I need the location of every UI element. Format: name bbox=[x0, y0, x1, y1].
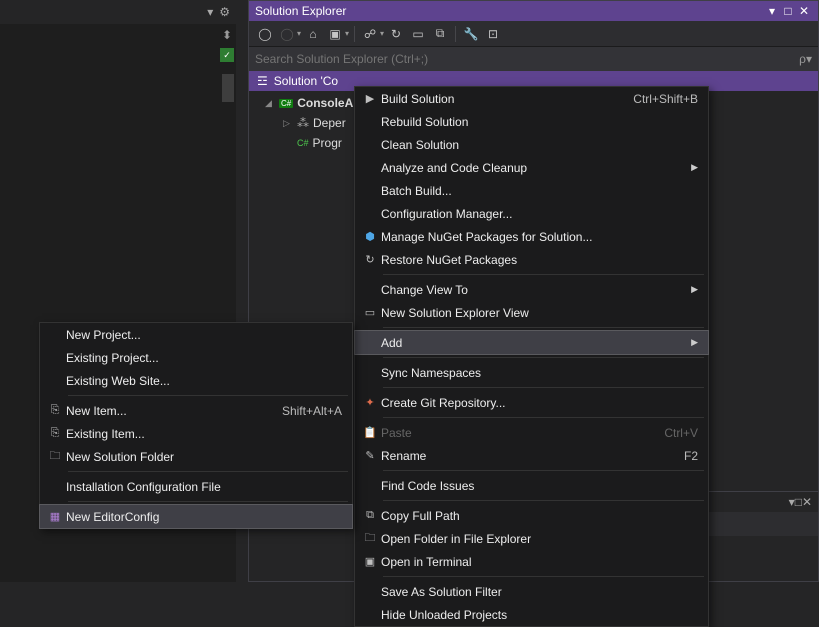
solution-label: Solution 'Co bbox=[274, 74, 338, 88]
menu-paste: 📋PasteCtrl+V bbox=[355, 421, 708, 444]
menu-rename[interactable]: ✎RenameF2 bbox=[355, 444, 708, 467]
expander-icon[interactable]: ◢ bbox=[265, 98, 275, 109]
menu-existing-item[interactable]: ⎘Existing Item... bbox=[40, 422, 352, 445]
pin-icon[interactable]: □ bbox=[780, 4, 796, 18]
menu-sync-namespaces[interactable]: Sync Namespaces bbox=[355, 361, 708, 384]
menu-add[interactable]: Add▶ bbox=[355, 331, 708, 354]
gear-icon[interactable]: ⚙ bbox=[219, 5, 230, 19]
menu-existing-website[interactable]: Existing Web Site... bbox=[40, 369, 352, 392]
menu-build[interactable]: ▶Build SolutionCtrl+Shift+B bbox=[355, 87, 708, 110]
solution-toolbar: ◯ ◯▾ ⌂ ▣▾ ☍▾ ↻ ▭ ⧉ 🔧 ⊡ bbox=[249, 21, 818, 47]
folder-icon: 🗀 bbox=[359, 529, 381, 548]
menu-analyze[interactable]: Analyze and Code Cleanup▶ bbox=[355, 156, 708, 179]
rename-icon: ✎ bbox=[359, 449, 381, 462]
chevron-right-icon: ▶ bbox=[691, 337, 698, 348]
new-view-icon: ▭ bbox=[359, 306, 381, 319]
dependencies-label: Deper bbox=[313, 116, 346, 130]
menu-open-terminal[interactable]: ▣Open in Terminal bbox=[355, 550, 708, 573]
search-options-icon[interactable]: ρ▾ bbox=[799, 52, 812, 66]
window-menu-icon[interactable]: ▾ bbox=[764, 4, 780, 18]
expander-icon[interactable]: ▷ bbox=[283, 118, 293, 129]
menu-new-view[interactable]: ▭New Solution Explorer View bbox=[355, 301, 708, 324]
menu-new-item[interactable]: ⎘New Item...Shift+Alt+A bbox=[40, 399, 352, 422]
copy-icon: ⧉ bbox=[359, 509, 381, 522]
menu-open-folder[interactable]: 🗀Open Folder in File Explorer bbox=[355, 527, 708, 550]
collapse-icon[interactable]: ▭ bbox=[408, 24, 428, 44]
restore-icon: ↻ bbox=[359, 253, 381, 266]
menu-new-editorconfig[interactable]: ▦New EditorConfig bbox=[40, 505, 352, 528]
menu-find-issues[interactable]: Find Code Issues bbox=[355, 474, 708, 497]
solution-context-menu: ▶Build SolutionCtrl+Shift+B Rebuild Solu… bbox=[354, 86, 709, 627]
menu-batch-build[interactable]: Batch Build... bbox=[355, 179, 708, 202]
project-label: ConsoleA bbox=[297, 96, 353, 110]
menu-create-git[interactable]: ✦Create Git Repository... bbox=[355, 391, 708, 414]
menu-new-solution-folder[interactable]: 🗀New Solution Folder bbox=[40, 445, 352, 468]
menu-manage-nuget[interactable]: ⬢Manage NuGet Packages for Solution... bbox=[355, 225, 708, 248]
chevron-right-icon: ▶ bbox=[691, 284, 698, 295]
home-icon[interactable]: ⌂ bbox=[303, 24, 323, 44]
editorconfig-icon: ▦ bbox=[44, 510, 66, 523]
menu-save-filter[interactable]: Save As Solution Filter bbox=[355, 580, 708, 603]
panel-title: Solution Explorer bbox=[255, 4, 764, 18]
menu-install-config[interactable]: Installation Configuration File bbox=[40, 475, 352, 498]
csharp-project-icon: C# bbox=[279, 99, 293, 108]
menu-change-view[interactable]: Change View To▶ bbox=[355, 278, 708, 301]
menu-new-project[interactable]: New Project... bbox=[40, 323, 352, 346]
add-submenu: New Project... Existing Project... Exist… bbox=[39, 322, 353, 529]
check-icon: ✓ bbox=[220, 48, 234, 62]
search-box[interactable]: ρ▾ bbox=[249, 47, 818, 71]
menu-restore-nuget[interactable]: ↻Restore NuGet Packages bbox=[355, 248, 708, 271]
paste-icon: 📋 bbox=[359, 426, 381, 439]
file-label: Progr bbox=[313, 136, 342, 150]
split-icon[interactable]: ⬍ bbox=[218, 26, 236, 44]
menu-clean[interactable]: Clean Solution bbox=[355, 133, 708, 156]
terminal-icon: ▣ bbox=[359, 555, 381, 568]
sync-icon[interactable]: ↻ bbox=[386, 24, 406, 44]
back-icon[interactable]: ◯ bbox=[255, 24, 275, 44]
show-all-icon[interactable]: ⧉ bbox=[430, 24, 450, 44]
dropdown-icon[interactable]: ▾ bbox=[207, 5, 213, 19]
menu-existing-project[interactable]: Existing Project... bbox=[40, 346, 352, 369]
build-icon: ▶ bbox=[359, 92, 381, 105]
switch-views-icon[interactable]: ▣ bbox=[325, 24, 345, 44]
csharp-file-icon: C# bbox=[297, 138, 309, 148]
forward-icon: ◯ bbox=[277, 24, 297, 44]
new-item-icon: ⎘ bbox=[44, 404, 66, 417]
panel-title-bar[interactable]: Solution Explorer ▾ □ ✕ bbox=[249, 1, 818, 21]
close-icon[interactable]: ✕ bbox=[802, 495, 812, 509]
menu-copy-path[interactable]: ⧉Copy Full Path bbox=[355, 504, 708, 527]
pin-icon[interactable]: □ bbox=[795, 495, 802, 509]
properties-icon[interactable]: 🔧 bbox=[461, 24, 481, 44]
menu-rebuild[interactable]: Rebuild Solution bbox=[355, 110, 708, 133]
git-icon: ✦ bbox=[359, 396, 381, 409]
existing-item-icon: ⎘ bbox=[44, 427, 66, 440]
menu-config-manager[interactable]: Configuration Manager... bbox=[355, 202, 708, 225]
solution-icon: ☲ bbox=[257, 74, 268, 88]
menu-hide-unloaded[interactable]: Hide Unloaded Projects bbox=[355, 603, 708, 626]
nuget-icon: ⬢ bbox=[359, 230, 381, 243]
filter-icon[interactable]: ☍ bbox=[360, 24, 380, 44]
close-icon[interactable]: ✕ bbox=[796, 4, 812, 18]
scrollbar-thumb[interactable] bbox=[222, 74, 234, 102]
dependencies-icon: ⁂ bbox=[297, 116, 309, 130]
folder-new-icon: 🗀 bbox=[44, 447, 66, 466]
chevron-right-icon: ▶ bbox=[691, 162, 698, 173]
search-input[interactable] bbox=[255, 52, 799, 66]
preview-icon[interactable]: ⊡ bbox=[483, 24, 503, 44]
